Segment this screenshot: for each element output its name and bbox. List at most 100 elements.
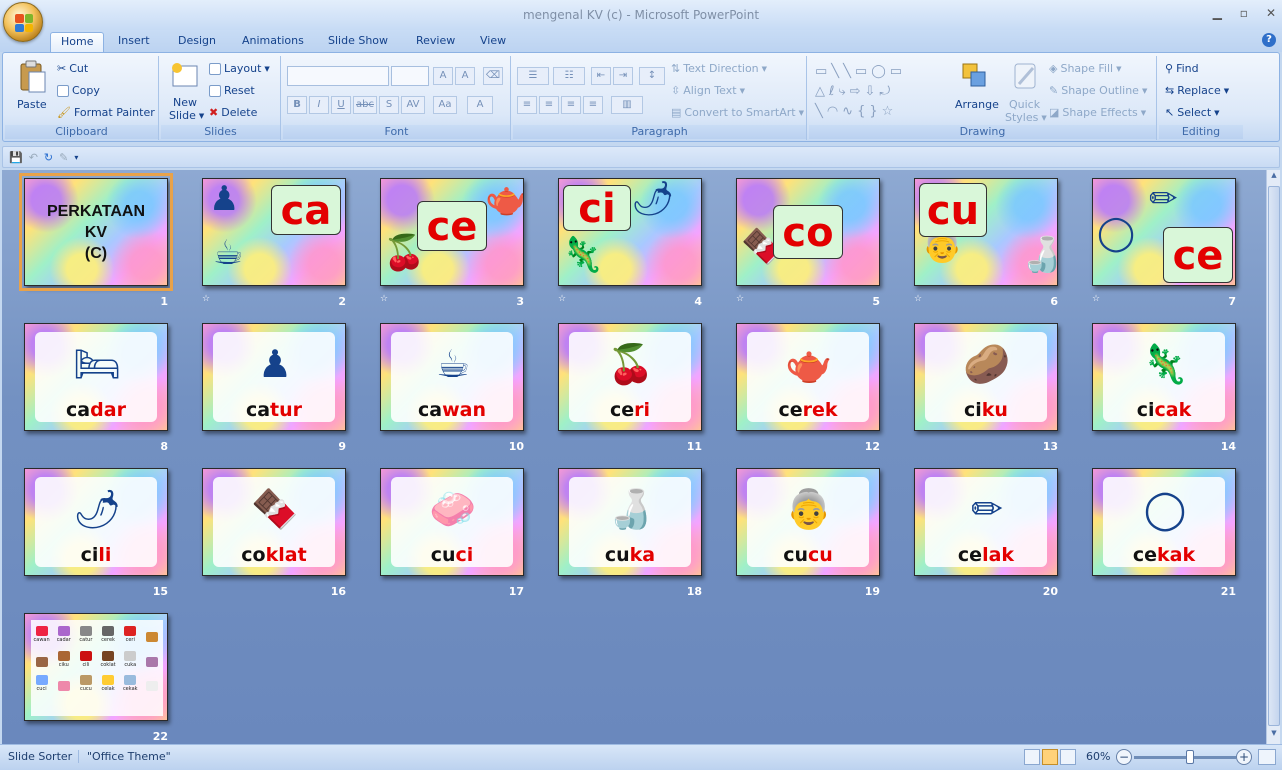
change-case-button[interactable]: Aa bbox=[433, 96, 457, 114]
font-size-combo[interactable] bbox=[391, 66, 429, 86]
slide-thumbnail[interactable]: ✏ celak bbox=[914, 468, 1058, 576]
slide-thumbnail[interactable]: 🍒 ceri bbox=[558, 323, 702, 431]
scroll-up-icon[interactable]: ▲ bbox=[1268, 171, 1280, 185]
maximize-icon[interactable]: ▫ bbox=[1240, 6, 1248, 20]
close-icon[interactable]: ✕ bbox=[1266, 6, 1276, 20]
text-shadow-button[interactable]: S bbox=[379, 96, 399, 114]
slide-show-view-icon[interactable] bbox=[1060, 749, 1076, 765]
shape-outline-button[interactable]: ✎ Shape Outline ▼ bbox=[1049, 84, 1147, 97]
zoom-slider-thumb[interactable] bbox=[1186, 750, 1194, 764]
bold-button[interactable]: B bbox=[287, 96, 307, 114]
redo-icon[interactable]: ↻ bbox=[44, 151, 53, 164]
tab-design[interactable]: Design bbox=[168, 32, 226, 52]
paste-button[interactable]: Paste bbox=[17, 98, 47, 111]
bullets-button[interactable]: ☰ bbox=[517, 67, 549, 85]
italic-button[interactable]: I bbox=[309, 96, 329, 114]
slide-thumbnail[interactable]: 🛏 cadar bbox=[24, 323, 168, 431]
character-spacing-button[interactable]: AV bbox=[401, 96, 425, 114]
slide-thumbnail[interactable]: 🍶 cuka bbox=[558, 468, 702, 576]
align-center-button[interactable]: ≡ bbox=[539, 96, 559, 114]
customize-toolbar-icon[interactable]: ▾ bbox=[74, 153, 78, 162]
align-right-button[interactable]: ≡ bbox=[561, 96, 581, 114]
undo-icon[interactable]: ↶ bbox=[29, 151, 38, 164]
slide-thumbnail[interactable]: ♟ catur bbox=[202, 323, 346, 431]
font-name-combo[interactable] bbox=[287, 66, 389, 86]
slide-thumbnail[interactable]: 👵🍶cu bbox=[914, 178, 1058, 286]
slide-sorter-view-icon[interactable] bbox=[1042, 749, 1058, 765]
zoom-slider[interactable] bbox=[1134, 756, 1236, 759]
format-painter-button[interactable]: 🖌 Format Painter bbox=[57, 106, 155, 119]
slide-thumbnail[interactable]: 🫖 🍒 ce bbox=[380, 178, 524, 286]
find-button[interactable]: ⚲ Find bbox=[1165, 62, 1199, 75]
delete-button[interactable]: ✖ Delete bbox=[209, 106, 257, 119]
summary-item: cekak bbox=[120, 669, 141, 692]
slide-thumbnail[interactable]: 🥔 ciku bbox=[914, 323, 1058, 431]
tab-insert[interactable]: Insert bbox=[108, 32, 160, 52]
strikethrough-button[interactable]: abc bbox=[353, 96, 377, 114]
scroll-down-icon[interactable]: ▼ bbox=[1268, 729, 1280, 743]
vertical-scrollbar[interactable]: ▲ ▼ bbox=[1266, 170, 1280, 744]
slide-thumbnail[interactable]: 👵 cucu bbox=[736, 468, 880, 576]
slide-thumbnail[interactable]: 🌶 🦎 ci bbox=[558, 178, 702, 286]
slide-thumbnail[interactable]: ♟ ☕ ca bbox=[202, 178, 346, 286]
slide-word: ciku bbox=[915, 400, 1057, 420]
tab-view[interactable]: View bbox=[470, 32, 516, 52]
underline-button[interactable]: U bbox=[331, 96, 351, 114]
increase-indent-button[interactable]: ⇥ bbox=[613, 67, 633, 85]
select-button[interactable]: ↖ Select ▼ bbox=[1165, 106, 1220, 119]
slide-thumbnail[interactable]: ◯ cekak bbox=[1092, 468, 1236, 576]
office-button[interactable] bbox=[3, 2, 43, 42]
replace-button[interactable]: ⇆ Replace ▼ bbox=[1165, 84, 1229, 97]
decrease-indent-button[interactable]: ⇤ bbox=[591, 67, 611, 85]
columns-button[interactable]: ▥ bbox=[611, 96, 643, 114]
slide-thumbnail[interactable]: ☕ cawan bbox=[380, 323, 524, 431]
slide-thumbnail[interactable]: cawan cadar catur cerek ceri ciku cili coklat cu… bbox=[24, 613, 168, 721]
align-left-button[interactable]: ≡ bbox=[517, 96, 537, 114]
arrange-button[interactable]: Arrange bbox=[955, 98, 999, 111]
text-direction-button[interactable]: ⇅ Text Direction ▼ bbox=[671, 62, 767, 75]
layout-button[interactable]: Layout ▼ bbox=[209, 62, 270, 75]
slide-thumbnail[interactable]: 🌶 cili bbox=[24, 468, 168, 576]
slide-thumbnail[interactable]: 🍫 co bbox=[736, 178, 880, 286]
convert-smartart-button[interactable]: ▤ Convert to SmartArt ▼ bbox=[671, 106, 804, 119]
numbering-button[interactable]: ☷ bbox=[553, 67, 585, 85]
line-spacing-button[interactable]: ↕ bbox=[639, 67, 665, 85]
align-text-button[interactable]: ⇳ Align Text ▼ bbox=[671, 84, 745, 97]
help-icon[interactable]: ? bbox=[1262, 33, 1276, 47]
slide-thumbnail[interactable]: 🫖 cerek bbox=[736, 323, 880, 431]
cut-button[interactable]: ✂ Cut bbox=[57, 62, 88, 75]
shape-fill-button[interactable]: ◈ Shape Fill ▼ bbox=[1049, 62, 1122, 75]
slide-thumbnail[interactable]: ✏ ◯ ce bbox=[1092, 178, 1236, 286]
font-color-button[interactable]: A bbox=[467, 96, 493, 114]
normal-view-icon[interactable] bbox=[1024, 749, 1040, 765]
new-slide-dropdown[interactable]: Slide ▼ bbox=[169, 109, 204, 122]
shapes-gallery[interactable]: ▭╲╲▭◯▭ △ℓ⤷⇨⇩⤾ ╲◠∿{}☆ bbox=[815, 62, 935, 124]
copy-button[interactable]: Copy bbox=[57, 84, 100, 97]
grow-font-button[interactable]: A bbox=[433, 67, 453, 85]
clear-formatting-button[interactable]: ⌫ bbox=[483, 67, 503, 85]
slide-thumbnail[interactable]: PERKATAAN KV (C) bbox=[19, 173, 173, 291]
shrink-font-button[interactable]: A bbox=[455, 67, 475, 85]
fit-to-window-icon[interactable] bbox=[1258, 749, 1276, 765]
justify-button[interactable]: ≡ bbox=[583, 96, 603, 114]
scroll-thumb[interactable] bbox=[1268, 186, 1280, 726]
zoom-level[interactable]: 60% bbox=[1086, 750, 1110, 763]
tab-review[interactable]: Review bbox=[406, 32, 465, 52]
save-icon[interactable]: 💾 bbox=[9, 151, 23, 164]
reset-button[interactable]: Reset bbox=[209, 84, 255, 97]
shape-effects-button[interactable]: ◪ Shape Effects ▼ bbox=[1049, 106, 1146, 119]
tab-slide-show[interactable]: Slide Show bbox=[318, 32, 398, 52]
pen-icon[interactable]: ✎ bbox=[59, 151, 68, 164]
new-slide-button[interactable]: New bbox=[173, 96, 197, 109]
select-label: Select bbox=[1177, 106, 1212, 119]
slide-thumbnail[interactable]: 🍫 coklat bbox=[202, 468, 346, 576]
slide-thumbnail[interactable]: 🦎 cicak bbox=[1092, 323, 1236, 431]
quick-styles-dropdown[interactable]: Styles ▼ bbox=[1005, 111, 1047, 124]
minimize-icon[interactable]: ▁ bbox=[1213, 6, 1222, 20]
zoom-out-icon[interactable]: − bbox=[1116, 749, 1132, 765]
slide-thumbnail[interactable]: 🧼 cuci bbox=[380, 468, 524, 576]
zoom-in-icon[interactable]: + bbox=[1236, 749, 1252, 765]
tab-home[interactable]: Home bbox=[50, 32, 105, 52]
quick-styles-button[interactable]: Quick bbox=[1009, 98, 1040, 111]
tab-animations[interactable]: Animations bbox=[232, 32, 314, 52]
